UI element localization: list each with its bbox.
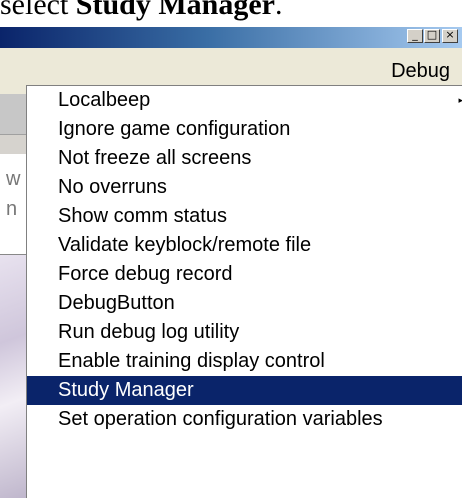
background-toolbar-fragment xyxy=(0,94,26,135)
menu-item-force-debug-record[interactable]: Force debug record xyxy=(27,260,462,289)
menu-item-label: Not freeze all screens xyxy=(58,147,252,169)
menu-item-run-debug-log-utility[interactable]: Run debug log utility xyxy=(27,318,462,347)
menu-item-label: Set operation configuration variables xyxy=(58,408,383,430)
application-window: _ □ × Debug w n Localbeep ▸ Ignore game … xyxy=(0,27,462,498)
menu-item-label: DebugButton xyxy=(58,292,175,314)
caption-prefix: select xyxy=(0,0,76,21)
menu-item-label: Run debug log utility xyxy=(58,321,240,343)
minimize-icon: _ xyxy=(412,28,418,41)
menu-item-set-operation-configuration-variables[interactable]: Set operation configuration variables xyxy=(27,405,462,434)
minimize-button[interactable]: _ xyxy=(407,28,423,43)
menu-item-label: No overruns xyxy=(58,176,167,198)
menu-item-validate-keyblock[interactable]: Validate keyblock/remote file xyxy=(27,231,462,260)
instruction-caption: select Study Manager. xyxy=(0,0,462,28)
menu-item-label: Enable training display control xyxy=(58,350,325,372)
menu-item-label: Study Manager xyxy=(58,379,194,401)
menu-item-study-manager[interactable]: Study Manager xyxy=(27,376,462,405)
menu-item-label: Localbeep xyxy=(58,89,151,111)
window-controls: _ □ × xyxy=(406,28,458,43)
menu-item-not-freeze-all-screens[interactable]: Not freeze all screens xyxy=(27,144,462,173)
menu-item-debugbutton[interactable]: DebugButton xyxy=(27,289,462,318)
maximize-icon: □ xyxy=(426,28,438,41)
menu-item-localbeep[interactable]: Localbeep ▸ xyxy=(27,86,462,115)
close-icon: × xyxy=(445,28,455,41)
background-image-fragment xyxy=(0,254,26,498)
close-button[interactable]: × xyxy=(442,28,458,43)
caption-bold-target: Study Manager xyxy=(75,0,275,21)
background-panel: w n xyxy=(0,94,26,498)
menu-item-show-comm-status[interactable]: Show comm status xyxy=(27,202,462,231)
menu-item-label: Force debug record xyxy=(58,263,233,285)
background-text-fragment-2: n xyxy=(6,198,18,220)
menu-item-ignore-game-configuration[interactable]: Ignore game configuration xyxy=(27,115,462,144)
menu-item-label: Ignore game configuration xyxy=(58,118,291,140)
menu-item-no-overruns[interactable]: No overruns xyxy=(27,173,462,202)
menu-item-enable-training-display-control[interactable]: Enable training display control xyxy=(27,347,462,376)
submenu-arrow-icon: ▸ xyxy=(457,86,462,115)
title-bar[interactable]: _ □ × xyxy=(0,27,462,48)
caption-suffix: . xyxy=(274,0,283,21)
maximize-button[interactable]: □ xyxy=(424,28,440,43)
background-text-fragment-1: w xyxy=(6,168,21,190)
debug-dropdown-menu: Localbeep ▸ Ignore game configuration No… xyxy=(26,85,462,498)
menu-item-label: Validate keyblock/remote file xyxy=(58,234,312,256)
menu-item-label: Show comm status xyxy=(58,205,227,227)
